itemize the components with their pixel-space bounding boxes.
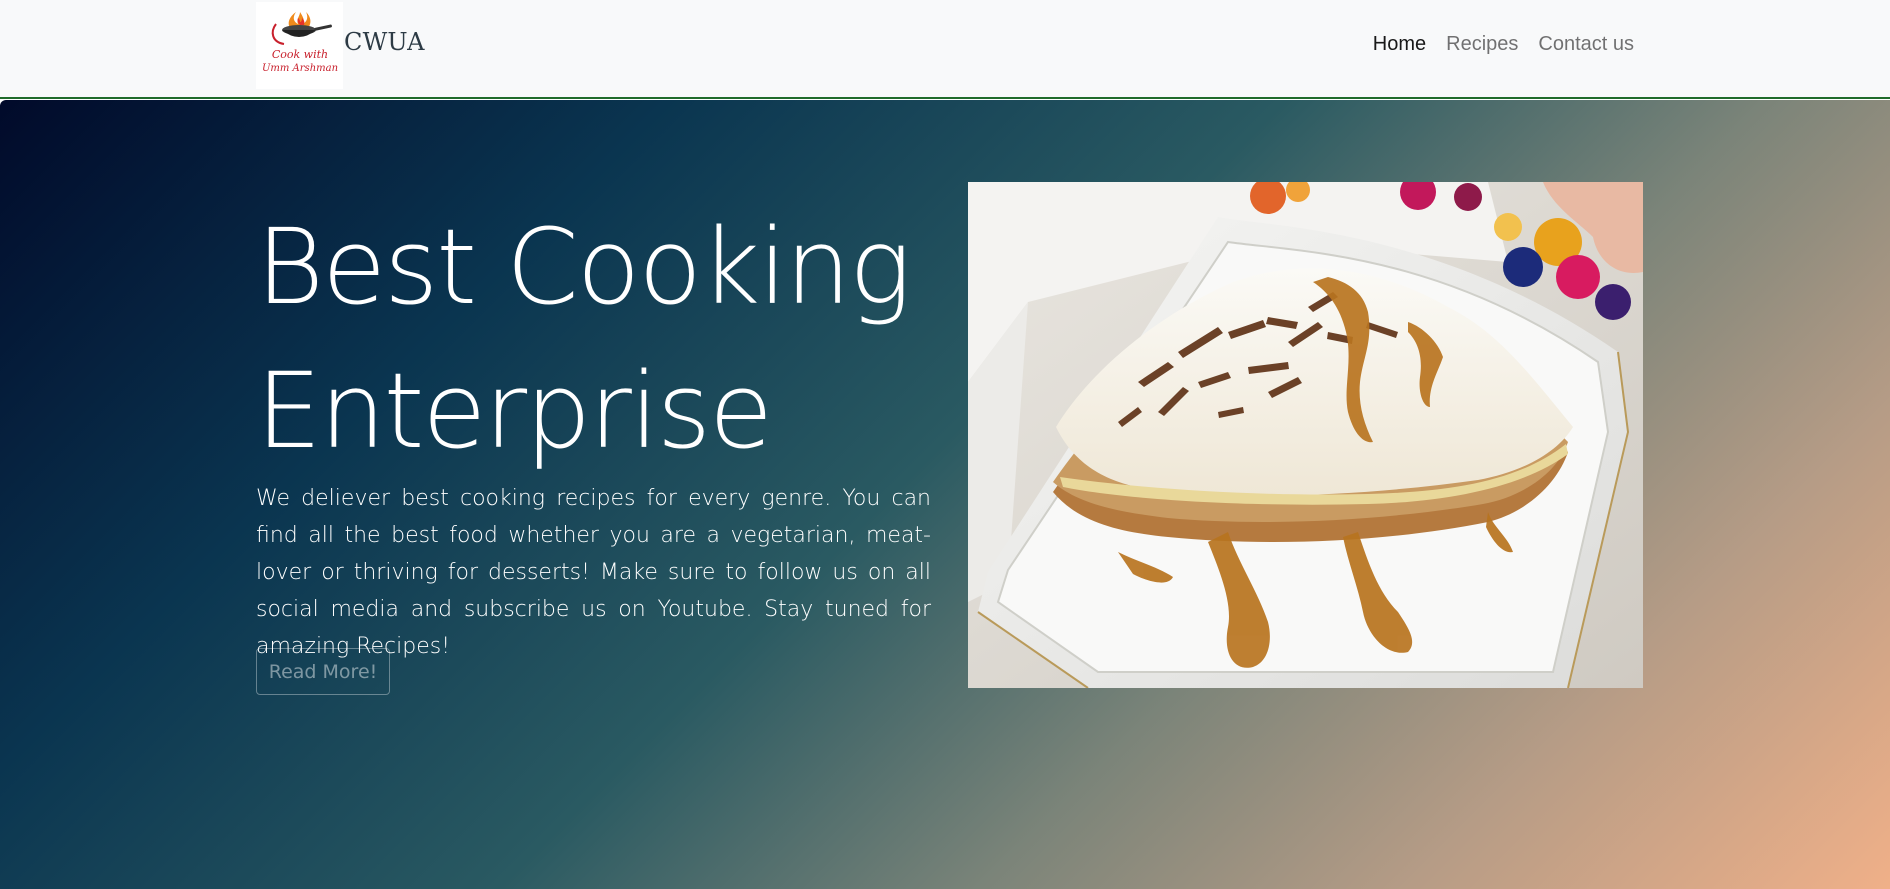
nav-recipes-link[interactable]: Recipes bbox=[1446, 33, 1518, 56]
nav-contact-link[interactable]: Contact us bbox=[1538, 33, 1634, 56]
logo-pan-icon: Cook with Umm Arshman bbox=[262, 12, 338, 74]
nav-links: Home Recipes Contact us bbox=[1373, 33, 1634, 56]
banoffee-pie-photo-icon bbox=[968, 182, 1643, 688]
hero-description: We deliever best cooking recipes for eve… bbox=[256, 486, 931, 659]
navbar: Cook with Umm Arshman CWUA Home Recipes … bbox=[0, 0, 1890, 99]
nav-home-link[interactable]: Home bbox=[1373, 33, 1426, 56]
logo: Cook with Umm Arshman bbox=[256, 2, 343, 89]
logo-text-1: Cook with bbox=[272, 48, 328, 61]
hero-title: Best Cooking Enterprise bbox=[256, 206, 911, 472]
brand-link[interactable]: Cook with Umm Arshman CWUA bbox=[256, 2, 425, 89]
hero-section: Best Cooking Enterprise We deliever best… bbox=[0, 100, 1890, 889]
logo-text-2: Umm Arshman bbox=[262, 63, 338, 74]
brand-name[interactable]: CWUA bbox=[344, 28, 425, 56]
read-more-button[interactable]: Read More! bbox=[256, 648, 390, 695]
hero-image bbox=[968, 182, 1643, 688]
